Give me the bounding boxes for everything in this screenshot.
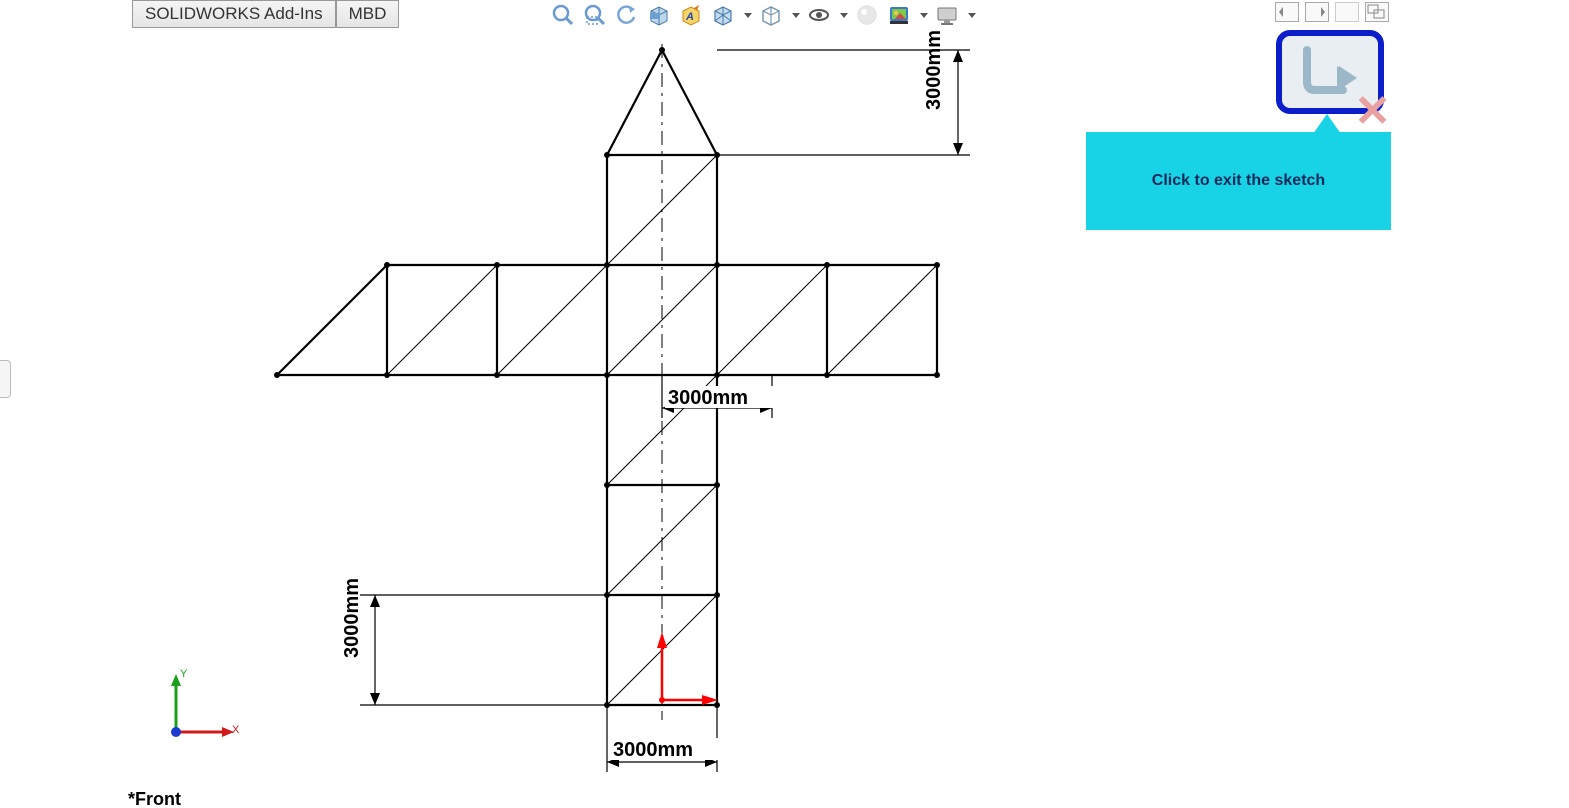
dimension-3000-top[interactable]: 3000mm [717,30,970,155]
view-name-label: *Front [128,789,181,808]
sketch-origin [657,632,718,705]
svg-text:3000mm: 3000mm [668,387,748,409]
svg-text:3000mm: 3000mm [923,30,945,110]
reference-triad[interactable]: Y X [160,668,240,748]
dimension-3000-left[interactable]: 3000mm [341,578,607,705]
triad-y-label: Y [180,668,187,680]
svg-text:3000mm: 3000mm [341,578,363,658]
sketch-geometry: 3000mm 3000mm 3000mm 3000mm [274,30,970,772]
svg-text:3000mm: 3000mm [613,739,693,761]
triad-x-label: X [232,724,239,736]
